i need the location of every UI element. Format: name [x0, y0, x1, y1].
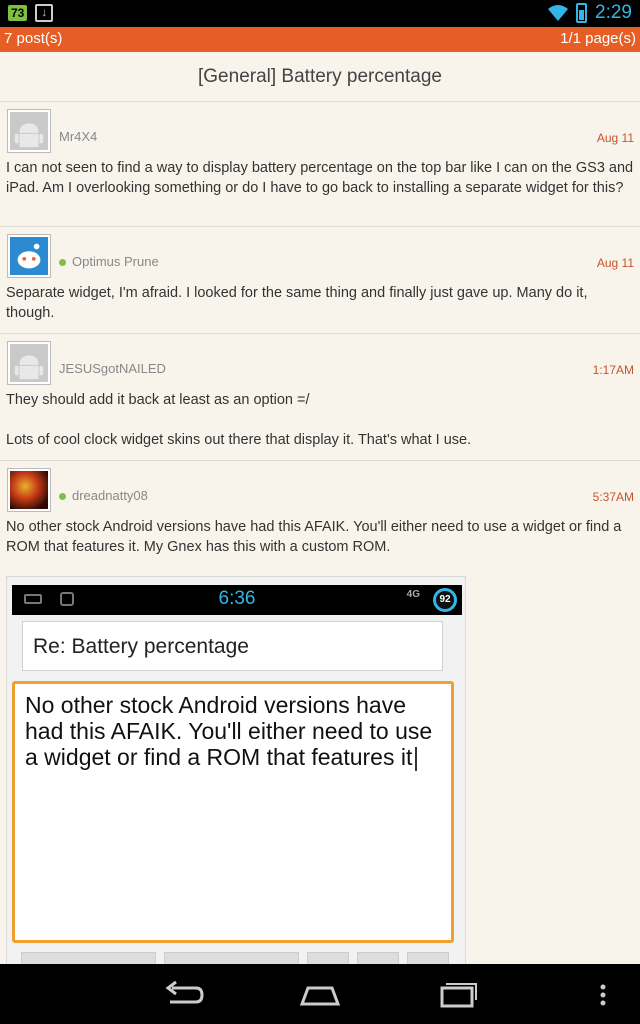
post-body: I can not seen to find a way to display …	[6, 160, 634, 196]
navigation-bar	[0, 964, 640, 1024]
post-time: Aug 11	[596, 131, 634, 145]
back-icon[interactable]	[160, 978, 208, 1012]
menu-icon[interactable]	[588, 978, 618, 1012]
post-body: They should add it back at least as an o…	[6, 392, 472, 448]
username[interactable]: Mr4X4	[59, 129, 97, 144]
post-time: Aug 11	[596, 256, 634, 270]
post[interactable]: Mr4X4 Aug 11 I can not seen to find a wa…	[0, 103, 640, 227]
home-icon[interactable]	[296, 978, 344, 1012]
reddit-alien-avatar-icon	[10, 237, 48, 275]
post[interactable]: JESUSgotNAILED 1:17AM They should add it…	[0, 335, 640, 461]
user-art-avatar-icon	[10, 471, 48, 509]
battery-icon	[576, 3, 588, 23]
post-time: 5:37AM	[592, 490, 634, 504]
battery-percent-icon: 92	[433, 588, 457, 612]
post-count: 7 post(s)	[4, 30, 63, 47]
username[interactable]: JESUSgotNAILED	[59, 361, 166, 376]
post-body: No other stock Android versions have had…	[6, 519, 622, 555]
default-android-avatar-icon	[10, 112, 48, 150]
network-4g-label: 4G	[406, 589, 420, 600]
page-count[interactable]: 1/1 page(s)	[560, 30, 636, 47]
recents-icon[interactable]	[432, 978, 480, 1012]
avatar[interactable]	[7, 234, 51, 278]
avatar[interactable]	[7, 341, 51, 385]
post[interactable]: Optimus Prune Aug 11 Separate widget, I'…	[0, 228, 640, 334]
wifi-icon	[548, 5, 569, 21]
online-indicator	[59, 493, 66, 501]
embedded-subject-field: Re: Battery percentage	[22, 621, 443, 671]
embedded-status-bar: 6:36 4G 92	[12, 585, 462, 615]
username[interactable]: Optimus Prune	[59, 254, 159, 269]
avatar[interactable]	[7, 468, 51, 512]
embedded-screenshot[interactable]: 6:36 4G 92 Re: Battery percentage No oth…	[6, 576, 466, 966]
embedded-message-field: No other stock Android versions have had…	[12, 681, 454, 943]
post-body: Separate widget, I'm afraid. I looked fo…	[6, 285, 588, 321]
post-time: 1:17AM	[592, 363, 634, 377]
text-caret	[415, 746, 418, 771]
thread-title: [General] Battery percentage	[0, 52, 640, 102]
download-icon: ↓	[35, 4, 54, 22]
status-clock: 2:29	[595, 2, 632, 23]
status-bar: 73 ↓ 2:29	[0, 0, 640, 27]
avatar[interactable]	[7, 109, 51, 153]
online-indicator	[59, 259, 66, 267]
thread-info-bar: 7 post(s) 1/1 page(s)	[0, 27, 640, 52]
default-android-avatar-icon	[10, 344, 48, 382]
embedded-clock: 6:36	[218, 588, 256, 609]
username[interactable]: dreadnatty08	[59, 488, 148, 503]
battery-notification-icon: 73	[8, 5, 28, 21]
